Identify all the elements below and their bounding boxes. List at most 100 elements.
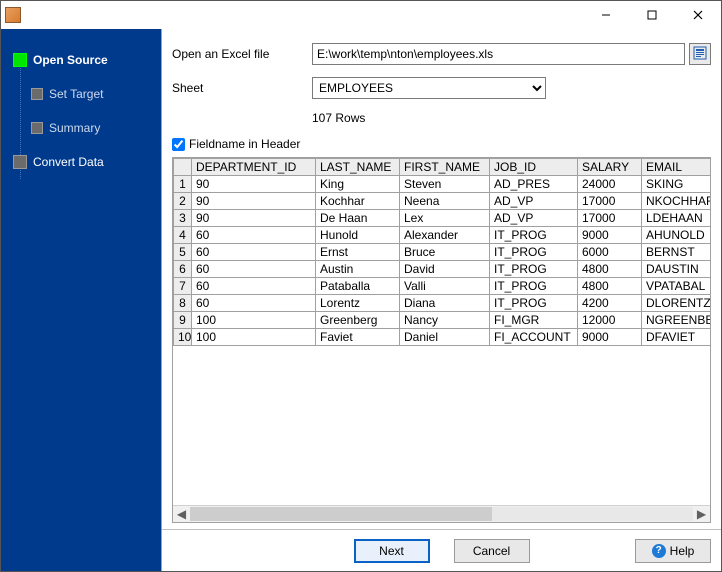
cell[interactable]: VPATABAL (642, 278, 711, 295)
browse-button[interactable] (689, 43, 711, 65)
cell[interactable]: King (316, 176, 400, 193)
cell[interactable]: Neena (400, 193, 490, 210)
table-row[interactable]: 9100GreenbergNancyFI_MGR12000NGREENBE (174, 312, 711, 329)
cancel-button[interactable]: Cancel (454, 539, 530, 563)
cell[interactable]: Pataballa (316, 278, 400, 295)
row-number[interactable]: 6 (174, 261, 192, 278)
cell[interactable]: 90 (192, 210, 316, 227)
table-row[interactable]: 190KingStevenAD_PRES24000SKING (174, 176, 711, 193)
cell[interactable]: Bruce (400, 244, 490, 261)
row-number[interactable]: 10 (174, 329, 192, 346)
row-number[interactable]: 3 (174, 210, 192, 227)
cell[interactable]: AHUNOLD (642, 227, 711, 244)
table-row[interactable]: 460HunoldAlexanderIT_PROG9000AHUNOLD (174, 227, 711, 244)
table-row[interactable]: 660AustinDavidIT_PROG4800DAUSTIN (174, 261, 711, 278)
row-number[interactable]: 2 (174, 193, 192, 210)
column-header[interactable]: EMAIL (642, 159, 711, 176)
cell[interactable]: BERNST (642, 244, 711, 261)
sheet-select[interactable]: EMPLOYEES (312, 77, 546, 99)
cell[interactable]: Diana (400, 295, 490, 312)
cell[interactable]: 4800 (578, 261, 642, 278)
cell[interactable]: IT_PROG (490, 278, 578, 295)
cell[interactable]: Lorentz (316, 295, 400, 312)
wizard-step[interactable]: Open Source (1, 49, 161, 71)
cell[interactable]: 17000 (578, 193, 642, 210)
cell[interactable]: IT_PROG (490, 295, 578, 312)
cell[interactable]: Austin (316, 261, 400, 278)
next-button[interactable]: Next (354, 539, 430, 563)
cell[interactable]: Steven (400, 176, 490, 193)
cell[interactable]: David (400, 261, 490, 278)
row-number[interactable]: 1 (174, 176, 192, 193)
cell[interactable]: DFAVIET (642, 329, 711, 346)
cell[interactable]: Hunold (316, 227, 400, 244)
cell[interactable]: NGREENBE (642, 312, 711, 329)
cell[interactable]: FI_ACCOUNT (490, 329, 578, 346)
cell[interactable]: 90 (192, 176, 316, 193)
cell[interactable]: Daniel (400, 329, 490, 346)
cell[interactable]: 9000 (578, 227, 642, 244)
cell[interactable]: DLORENTZ (642, 295, 711, 312)
cell[interactable]: 60 (192, 295, 316, 312)
table-row[interactable]: 390De HaanLexAD_VP17000LDEHAAN (174, 210, 711, 227)
cell[interactable]: De Haan (316, 210, 400, 227)
table-row[interactable]: 760PataballaValliIT_PROG4800VPATABAL (174, 278, 711, 295)
scroll-right-arrow[interactable]: ▶ (693, 506, 710, 523)
table-row[interactable]: 860LorentzDianaIT_PROG4200DLORENTZ (174, 295, 711, 312)
cell[interactable]: SKING (642, 176, 711, 193)
cell[interactable]: 24000 (578, 176, 642, 193)
scroll-left-arrow[interactable]: ◀ (173, 506, 190, 523)
minimize-button[interactable] (583, 1, 629, 29)
grid-horizontal-scrollbar[interactable]: ◀ ▶ (173, 505, 710, 522)
cell[interactable]: 90 (192, 193, 316, 210)
row-number[interactable]: 4 (174, 227, 192, 244)
row-number[interactable]: 5 (174, 244, 192, 261)
fieldname-header-label[interactable]: Fieldname in Header (189, 137, 300, 151)
cell[interactable]: 60 (192, 278, 316, 295)
cell[interactable]: LDEHAAN (642, 210, 711, 227)
cell[interactable]: NKOCHHAR (642, 193, 711, 210)
cell[interactable]: DAUSTIN (642, 261, 711, 278)
file-path-input[interactable] (312, 43, 685, 65)
wizard-step[interactable]: Summary (1, 117, 161, 139)
cell[interactable]: Lex (400, 210, 490, 227)
row-number[interactable]: 7 (174, 278, 192, 295)
cell[interactable]: 60 (192, 227, 316, 244)
cell[interactable]: 100 (192, 312, 316, 329)
close-button[interactable] (675, 1, 721, 29)
cell[interactable]: Ernst (316, 244, 400, 261)
scroll-thumb[interactable] (190, 507, 492, 521)
cell[interactable]: 17000 (578, 210, 642, 227)
row-number[interactable]: 8 (174, 295, 192, 312)
cell[interactable]: 12000 (578, 312, 642, 329)
table-row[interactable]: 10100FavietDanielFI_ACCOUNT9000DFAVIET (174, 329, 711, 346)
fieldname-header-checkbox[interactable] (172, 138, 185, 151)
scroll-track[interactable] (190, 507, 693, 521)
row-number[interactable]: 9 (174, 312, 192, 329)
column-header[interactable]: SALARY (578, 159, 642, 176)
cell[interactable]: 60 (192, 244, 316, 261)
cell[interactable]: 100 (192, 329, 316, 346)
column-header[interactable]: LAST_NAME (316, 159, 400, 176)
help-button[interactable]: ? Help (635, 539, 711, 563)
table-row[interactable]: 560ErnstBruceIT_PROG6000BERNST (174, 244, 711, 261)
cell[interactable]: Kochhar (316, 193, 400, 210)
cell[interactable]: 60 (192, 261, 316, 278)
cell[interactable]: 4200 (578, 295, 642, 312)
cell[interactable]: Valli (400, 278, 490, 295)
cell[interactable]: IT_PROG (490, 261, 578, 278)
cell[interactable]: AD_PRES (490, 176, 578, 193)
cell[interactable]: IT_PROG (490, 227, 578, 244)
wizard-step[interactable]: Convert Data (1, 151, 161, 173)
column-header[interactable]: DEPARTMENT_ID (192, 159, 316, 176)
column-header[interactable]: JOB_ID (490, 159, 578, 176)
maximize-button[interactable] (629, 1, 675, 29)
table-row[interactable]: 290KochharNeenaAD_VP17000NKOCHHAR (174, 193, 711, 210)
cell[interactable]: AD_VP (490, 210, 578, 227)
cell[interactable]: IT_PROG (490, 244, 578, 261)
cell[interactable]: 9000 (578, 329, 642, 346)
cell[interactable]: FI_MGR (490, 312, 578, 329)
cell[interactable]: AD_VP (490, 193, 578, 210)
cell[interactable]: Alexander (400, 227, 490, 244)
column-header[interactable]: FIRST_NAME (400, 159, 490, 176)
